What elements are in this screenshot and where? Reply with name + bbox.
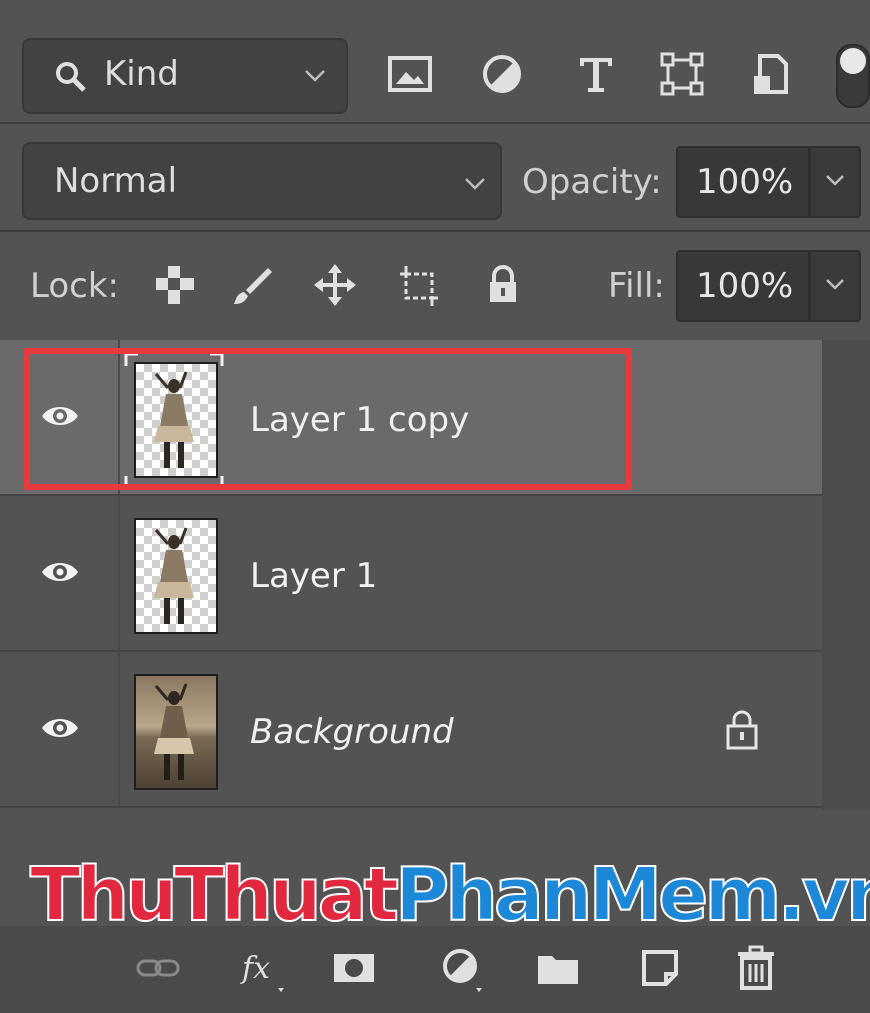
filter-toggle-switch[interactable] <box>836 44 870 108</box>
pixel-layer-filter-icon[interactable] <box>384 48 436 100</box>
layer-thumbnail <box>134 674 218 790</box>
lock-artboard-icon[interactable] <box>396 262 442 308</box>
search-icon <box>54 60 88 98</box>
layer-row-background[interactable]: Background <box>0 652 822 808</box>
type-layer-filter-icon[interactable] <box>570 48 622 100</box>
new-adjustment-layer-icon[interactable] <box>438 944 486 992</box>
lock-transparent-pixels-icon[interactable] <box>152 262 198 308</box>
shape-layer-filter-icon[interactable] <box>656 48 708 100</box>
lock-label: Lock: <box>30 266 119 306</box>
layer-thumbnail <box>134 518 218 634</box>
lock-position-move-icon[interactable] <box>312 262 358 308</box>
fill-input[interactable]: 100% <box>676 250 810 322</box>
opacity-dropdown-button[interactable] <box>810 146 861 218</box>
new-layer-icon[interactable] <box>636 944 684 992</box>
visibility-column <box>0 652 120 806</box>
layer-name[interactable]: Layer 1 <box>250 556 377 596</box>
layer-name[interactable]: Background <box>250 712 454 752</box>
figure-silhouette-icon <box>154 527 194 624</box>
watermark-logo: ThuThuatPhanMem.vn <box>29 851 870 939</box>
visibility-column <box>0 496 120 650</box>
fill-label: Fill: <box>608 266 665 306</box>
eye-visibility-icon[interactable] <box>40 714 80 746</box>
lock-image-pixels-brush-icon[interactable] <box>230 262 276 308</box>
toggle-knob <box>840 48 866 74</box>
new-group-folder-icon[interactable] <box>534 944 582 992</box>
delete-layer-trash-icon[interactable] <box>732 944 780 992</box>
eye-visibility-icon[interactable] <box>40 558 80 590</box>
filter-kind-label: Kind <box>104 54 179 94</box>
fill-dropdown-button[interactable] <box>810 250 861 322</box>
blend-mode-label: Normal <box>54 161 178 201</box>
layer-row-layer-1[interactable]: Layer 1 <box>0 496 822 652</box>
add-layer-mask-icon[interactable] <box>330 944 378 992</box>
chevron-down-icon <box>304 68 326 87</box>
blend-mode-dropdown[interactable]: Normal <box>22 142 502 220</box>
layer-lock-icon[interactable] <box>722 708 762 756</box>
fill-value: 100% <box>696 266 794 306</box>
chevron-down-icon <box>464 176 486 195</box>
chevron-down-icon <box>826 279 844 290</box>
adjustment-layer-filter-icon[interactable] <box>476 48 528 100</box>
opacity-input[interactable]: 100% <box>676 146 810 218</box>
lock-all-icon[interactable] <box>480 262 526 308</box>
opacity-value: 100% <box>696 162 794 202</box>
photo-figure-icon <box>154 683 194 780</box>
layer-effects-fx-icon[interactable]: fx <box>240 944 288 992</box>
smart-object-filter-icon[interactable] <box>746 48 798 100</box>
svg-text:fx: fx <box>240 951 270 986</box>
filter-kind-dropdown[interactable]: Kind <box>22 38 348 114</box>
highlight-annotation-box <box>24 348 632 490</box>
chevron-down-icon <box>826 175 844 186</box>
link-layers-icon[interactable] <box>134 944 182 992</box>
opacity-label: Opacity: <box>522 162 662 202</box>
scrollbar-track[interactable] <box>822 340 870 810</box>
